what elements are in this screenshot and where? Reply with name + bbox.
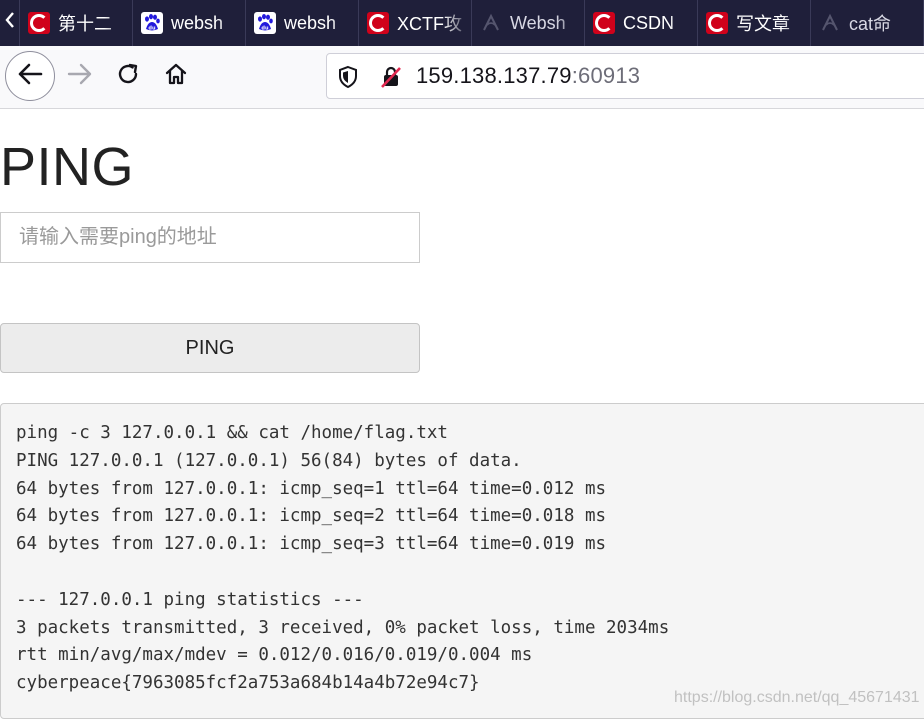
tab-5[interactable]: CSDN [585,0,698,46]
tab-scroll-left-button[interactable] [0,0,20,46]
output-line: 3 packets transmitted, 3 received, 0% pa… [16,617,670,638]
watermark: https://blog.csdn.net/qq_45671431 [674,689,920,706]
ping-address-input[interactable] [0,212,420,263]
loading-icon [819,12,841,34]
ping-button[interactable]: PING [0,323,420,373]
tab-label: websh [284,12,337,33]
output-line: PING 127.0.0.1 (127.0.0.1) 56(84) bytes … [16,450,522,471]
output-line: --- 127.0.0.1 ping statistics --- [16,589,364,610]
url-text[interactable]: 159.138.137.79:60913 [416,63,640,89]
page-title: PING [0,137,135,197]
loading-icon [480,12,502,34]
forward-button[interactable] [55,51,105,101]
tab-label: Websh [510,12,566,33]
csdn-icon [367,12,389,34]
url-host: 159.138.137.79 [416,63,572,88]
output-line: rtt min/avg/max/mdev = 0.012/0.016/0.019… [16,645,533,666]
output-line: ping -c 3 127.0.0.1 && cat /home/flag.tx… [16,423,448,443]
tab-4[interactable]: Websh [472,0,585,46]
csdn-icon [593,12,615,34]
tracking-protection-shield-icon[interactable] [337,65,359,94]
baidu-icon: du [254,12,276,34]
reload-button[interactable] [103,51,153,101]
ping-output: ping -c 3 127.0.0.1 && cat /home/flag.tx… [0,403,924,719]
arrow-left-icon [17,63,43,90]
url-port: :60913 [571,63,641,88]
output-line: 64 bytes from 127.0.0.1: icmp_seq=1 ttl=… [16,478,607,499]
tab-3[interactable]: XCTF攻 [359,0,472,46]
tab-label: CSDN [623,12,675,33]
chevron-left-icon [4,11,16,35]
tab-7[interactable]: cat命 [811,0,924,46]
home-icon [164,62,188,91]
csdn-icon [706,12,728,34]
tab-strip: 第十二 du websh du websh XCTF攻 Websh CSDN 写… [0,0,924,46]
svg-text:du: du [261,26,269,32]
svg-text:du: du [148,26,156,32]
tab-2[interactable]: du websh [246,0,359,46]
tab-0[interactable]: 第十二 [20,0,133,46]
tab-label: 第十二 [58,14,112,34]
output-line: 64 bytes from 127.0.0.1: icmp_seq=3 ttl=… [16,534,607,555]
tab-label: websh [171,12,224,33]
csdn-icon [28,12,50,34]
tab-label: 写文章 [736,14,790,34]
reload-icon [116,62,140,91]
baidu-icon: du [141,12,163,34]
home-button[interactable] [151,51,201,101]
tab-1[interactable]: du websh [133,0,246,46]
tab-label: cat命 [849,14,892,34]
arrow-right-icon [67,63,93,90]
insecure-lock-icon[interactable] [379,65,403,94]
back-button[interactable] [5,51,55,101]
tab-label: XCTF攻 [397,14,462,34]
output-line: 64 bytes from 127.0.0.1: icmp_seq=2 ttl=… [16,506,607,527]
navigation-toolbar: 159.138.137.79:60913 [0,46,924,109]
address-bar[interactable]: 159.138.137.79:60913 [326,53,924,99]
tab-6[interactable]: 写文章 [698,0,811,46]
